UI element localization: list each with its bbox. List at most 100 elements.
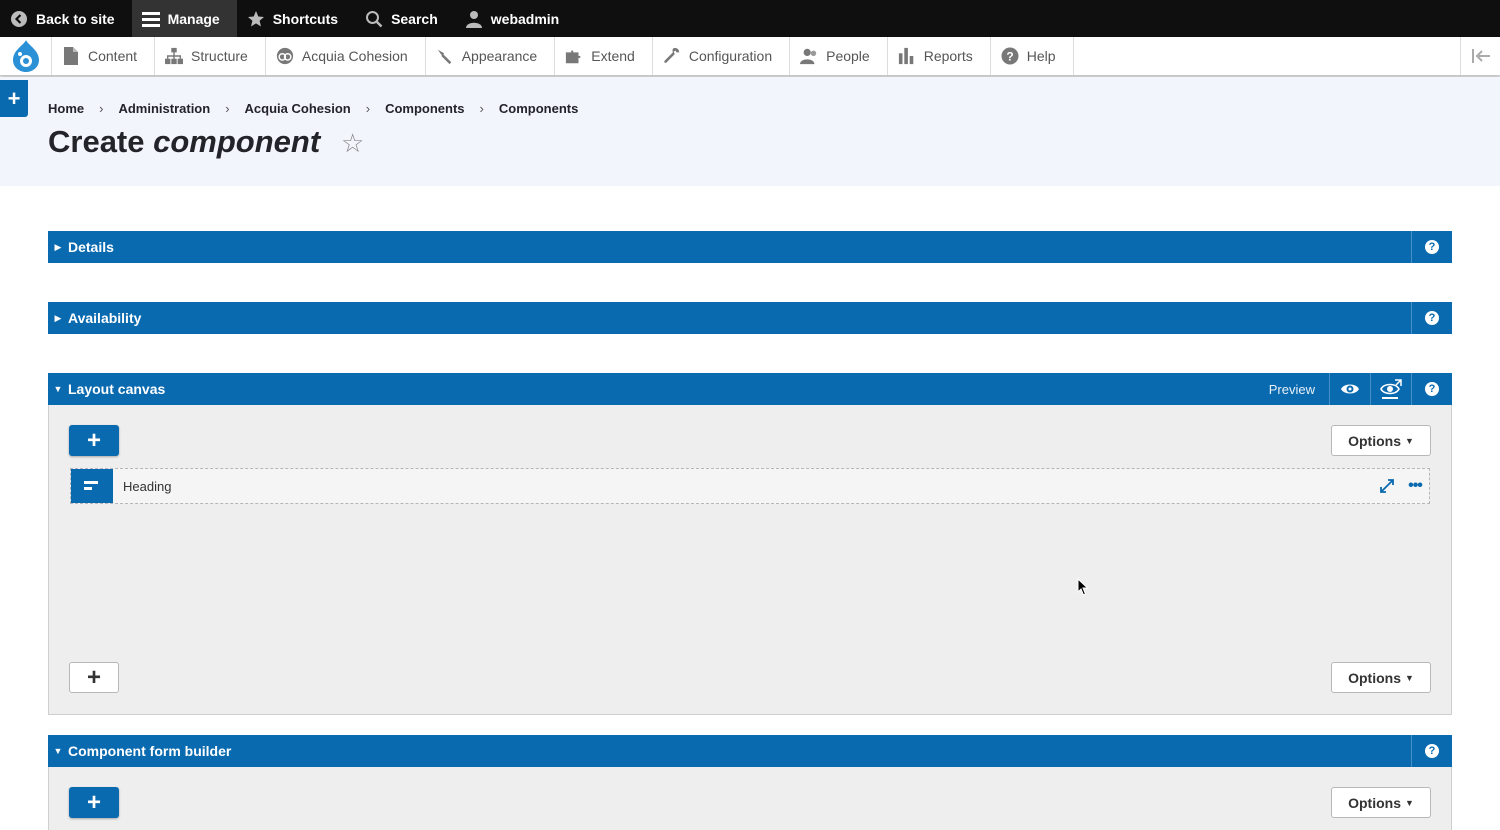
svg-text:?: ? xyxy=(1006,50,1013,64)
help-circle-icon: ? xyxy=(1425,240,1439,254)
tray-item-label: Content xyxy=(88,48,138,64)
plus-icon[interactable]: + xyxy=(0,80,28,117)
collapse-tray-icon[interactable] xyxy=(1460,37,1500,75)
breadcrumb-home[interactable]: Home xyxy=(48,101,84,116)
user-icon xyxy=(465,10,483,28)
help-circle-icon: ? xyxy=(1425,382,1439,396)
caret-down-icon: ▼ xyxy=(1404,797,1414,808)
options-label: Options xyxy=(1348,794,1401,811)
shortcuts-label: Shortcuts xyxy=(272,10,339,27)
tray-item-help[interactable]: ? Help xyxy=(991,37,1074,75)
preview-eye-button[interactable] xyxy=(1329,373,1370,405)
options-label: Options xyxy=(1348,669,1401,686)
preview-popout-button[interactable] xyxy=(1370,373,1411,405)
admin-menu-tray: Content Structure Acquia Cohesion Appear… xyxy=(0,37,1500,76)
tray-item-label: Acquia Cohesion xyxy=(301,48,408,64)
search-label: Search xyxy=(391,10,438,27)
breadcrumb-administration[interactable]: Administration xyxy=(118,101,210,116)
layout-canvas-panel-header[interactable]: ▼ Layout canvas Preview ? xyxy=(48,373,1452,405)
breadcrumb-components-current[interactable]: Components xyxy=(499,101,578,116)
availability-help-button[interactable]: ? xyxy=(1411,302,1452,334)
chevron-right-icon: › xyxy=(99,101,104,116)
heading-element-icon xyxy=(71,469,113,503)
manage-label: Manage xyxy=(167,10,220,27)
user-tab[interactable]: webadmin xyxy=(455,0,576,37)
tray-item-label: Structure xyxy=(191,48,248,64)
details-panel-title: Details xyxy=(68,239,114,255)
caret-down-icon: ▼ xyxy=(1404,435,1414,446)
options-bottom-button[interactable]: Options ▼ xyxy=(1331,662,1431,693)
caret-down-icon: ▼ xyxy=(53,384,63,394)
tray-item-label: People xyxy=(826,48,870,64)
puzzle-icon xyxy=(565,47,583,65)
details-help-button[interactable]: ? xyxy=(1411,231,1452,263)
help-icon: ? xyxy=(1001,47,1019,65)
tray-item-label: Extend xyxy=(591,48,635,64)
tray-item-appearance[interactable]: Appearance xyxy=(426,37,556,75)
page-title-plain: Create xyxy=(48,124,145,159)
file-icon xyxy=(62,47,80,65)
caret-down-icon: ▼ xyxy=(1404,672,1414,683)
star-icon xyxy=(247,10,265,28)
plus-icon: + xyxy=(86,663,101,691)
layout-canvas-help-button[interactable]: ? xyxy=(1411,373,1452,405)
more-options-icon[interactable]: ••• xyxy=(1401,477,1429,495)
wrench-icon xyxy=(663,47,681,65)
cohesion-icon xyxy=(276,47,294,65)
preview-label: Preview xyxy=(1268,381,1315,397)
plus-icon: + xyxy=(86,426,101,454)
tray-item-people[interactable]: People xyxy=(790,37,888,75)
availability-panel-header[interactable]: ▶ Availability ? xyxy=(48,302,1452,334)
breadcrumb-acquia-cohesion[interactable]: Acquia Cohesion xyxy=(245,101,351,116)
mouse-cursor-icon xyxy=(1077,577,1089,601)
tray-item-reports[interactable]: Reports xyxy=(888,37,991,75)
caret-right-icon: ▶ xyxy=(54,312,62,323)
form-builder-panel-header[interactable]: ▼ Component form builder ? xyxy=(48,735,1452,767)
paintbrush-icon xyxy=(436,47,454,65)
search-icon xyxy=(365,10,383,28)
add-element-bottom-button[interactable]: + xyxy=(69,662,119,693)
sitemap-icon xyxy=(165,47,184,65)
form-builder-help-button[interactable]: ? xyxy=(1411,735,1452,767)
shortcuts-tab[interactable]: Shortcuts xyxy=(237,0,355,37)
drupal-logo[interactable] xyxy=(0,37,52,75)
help-circle-icon: ? xyxy=(1425,744,1439,758)
tray-item-content[interactable]: Content xyxy=(52,37,156,75)
breadcrumb-components[interactable]: Components xyxy=(385,101,464,116)
add-element-top-button[interactable]: + xyxy=(69,425,119,456)
chevron-right-icon: › xyxy=(225,101,230,116)
search-tab[interactable]: Search xyxy=(355,0,455,37)
availability-panel-title: Availability xyxy=(68,310,142,326)
admin-toolbar: Back to site Manage Shortcuts Search web… xyxy=(0,0,1500,37)
tray-item-label: Reports xyxy=(923,48,973,64)
caret-right-icon: ▶ xyxy=(54,241,62,252)
form-builder-panel-title: Component form builder xyxy=(68,743,232,759)
layout-canvas-body xyxy=(48,405,1452,715)
options-label: Options xyxy=(1348,432,1401,449)
tray-item-extend[interactable]: Extend xyxy=(555,37,653,75)
tray-item-label: Appearance xyxy=(461,48,538,64)
form-options-button[interactable]: Options ▼ xyxy=(1331,787,1431,818)
page-title: Create component xyxy=(48,124,320,160)
options-top-button[interactable]: Options ▼ xyxy=(1331,425,1431,456)
tray-item-configuration[interactable]: Configuration xyxy=(653,37,791,75)
back-to-site-link[interactable]: Back to site xyxy=(0,0,132,37)
details-panel-header[interactable]: ▶ Details ? xyxy=(48,231,1452,263)
expand-icon[interactable] xyxy=(1373,479,1401,493)
canvas-element-heading[interactable]: Heading ••• xyxy=(70,468,1430,504)
chevron-right-icon: › xyxy=(365,101,371,116)
caret-down-icon: ▼ xyxy=(53,746,63,756)
add-field-button[interactable]: + xyxy=(69,787,119,818)
element-label: Heading xyxy=(123,478,172,494)
chevron-right-icon: › xyxy=(479,101,484,116)
page-title-italic: component xyxy=(153,124,321,159)
tray-item-label: Help xyxy=(1026,48,1056,64)
plus-icon: + xyxy=(86,788,101,816)
tray-item-acquia-cohesion[interactable]: Acquia Cohesion xyxy=(266,37,426,75)
star-outline-icon[interactable]: ☆ xyxy=(341,128,364,159)
tray-item-structure[interactable]: Structure xyxy=(155,37,266,75)
eye-icon xyxy=(1341,384,1359,394)
manage-tab[interactable]: Manage xyxy=(131,0,237,37)
chevron-left-circle-icon xyxy=(10,10,28,28)
bar-chart-icon xyxy=(898,47,916,65)
